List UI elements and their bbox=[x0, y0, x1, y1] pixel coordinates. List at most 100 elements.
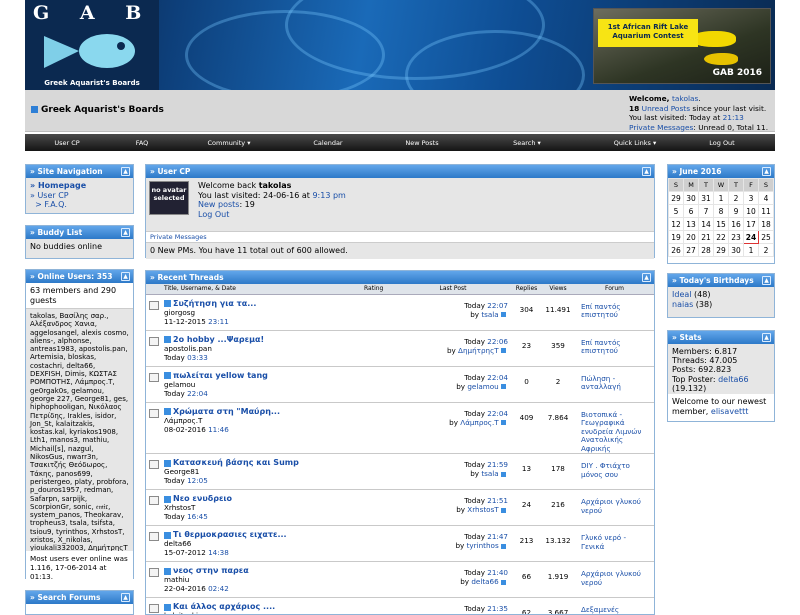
calendar-day[interactable]: 3 bbox=[743, 191, 759, 205]
nav-calendar[interactable]: Calendar bbox=[283, 139, 373, 147]
go-to-post-icon[interactable] bbox=[501, 348, 506, 353]
nav-homepage[interactable]: » Homepage bbox=[30, 181, 129, 191]
calendar-day[interactable]: 1 bbox=[713, 191, 729, 205]
calendar-header[interactable]: June 2016 ▲ bbox=[668, 165, 774, 178]
thread-row[interactable]: Και άλλος αρχάριος ....kalaitzakis Today… bbox=[146, 597, 654, 614]
thread-title-link[interactable]: Κατασκευή βάσης και Sump bbox=[173, 458, 299, 467]
calendar-day[interactable]: 12 bbox=[668, 217, 684, 231]
nav-faq-link[interactable]: > F.A.Q. bbox=[30, 200, 129, 210]
online-users-header[interactable]: Online Users: 353 ▲ bbox=[26, 270, 133, 283]
last-post-user-link[interactable]: ΔημήτρηςΤ bbox=[458, 346, 499, 355]
forum-link[interactable]: Επί παντός επιστητού bbox=[575, 330, 654, 367]
col-views[interactable]: Views bbox=[541, 284, 575, 295]
calendar-day[interactable]: 16 bbox=[728, 217, 744, 231]
calendar-day[interactable]: 5 bbox=[668, 204, 684, 218]
collapse-icon[interactable]: ▲ bbox=[121, 272, 130, 281]
forum-link[interactable]: DIY . Φτιάχτο μόνος σου bbox=[575, 453, 654, 490]
go-to-post-icon[interactable] bbox=[501, 507, 506, 513]
last-post-user-link[interactable]: delta66 bbox=[471, 577, 498, 586]
go-to-post-icon[interactable] bbox=[501, 384, 506, 389]
newest-member-link[interactable]: elisavettt bbox=[711, 407, 749, 416]
calendar-day[interactable]: 15 bbox=[713, 217, 729, 231]
go-to-post-icon[interactable] bbox=[501, 543, 506, 549]
unread-posts-link[interactable]: Unread Posts bbox=[642, 104, 690, 113]
thread-title-link[interactable]: Χρώματα στη "Μαύρη... bbox=[173, 407, 280, 416]
nav-community[interactable]: Community ▾ bbox=[175, 139, 283, 147]
logout-link[interactable]: Log Out bbox=[198, 210, 229, 219]
calendar-day[interactable]: 31 bbox=[698, 191, 714, 205]
collapse-icon[interactable]: ▲ bbox=[121, 167, 130, 176]
calendar-day[interactable]: 20 bbox=[683, 230, 699, 244]
collapse-icon[interactable]: ▲ bbox=[121, 593, 130, 602]
new-posts-link[interactable]: New posts bbox=[198, 200, 239, 209]
calendar-day[interactable]: 2 bbox=[728, 191, 744, 205]
birthdays-header[interactable]: Today's Birthdays ▲ bbox=[668, 274, 774, 287]
nav-user-cp-link[interactable]: » User CP bbox=[30, 191, 129, 201]
thread-row[interactable]: Κατασκευή βάσης και Sump George81 Today 12… bbox=[146, 453, 654, 490]
site-title[interactable]: Greek Aquarist's Boards bbox=[31, 105, 164, 115]
calendar-day[interactable]: 4 bbox=[758, 191, 774, 205]
go-to-post-icon[interactable] bbox=[501, 420, 506, 425]
calendar-day[interactable]: 27 bbox=[683, 243, 699, 257]
calendar-day[interactable]: 10 bbox=[743, 204, 759, 218]
collapse-icon[interactable]: ▲ bbox=[762, 333, 771, 342]
calendar-day[interactable]: 14 bbox=[698, 217, 714, 231]
avatar[interactable]: no avatar selected bbox=[149, 181, 189, 215]
collapse-icon[interactable]: ▲ bbox=[762, 167, 771, 176]
thread-row[interactable]: Συζήτηση για τα... giorgosg 11-12-2015 23:… bbox=[146, 294, 654, 331]
col-rating[interactable]: Rating bbox=[364, 284, 394, 295]
calendar-day[interactable]: 29 bbox=[668, 191, 684, 205]
last-post-user-link[interactable]: XrhstosT bbox=[467, 505, 498, 514]
welcome-user-link[interactable]: takolas bbox=[672, 94, 698, 103]
go-to-post-icon[interactable] bbox=[501, 471, 506, 477]
buddy-list-header[interactable]: Buddy List ▲ bbox=[26, 226, 133, 239]
col-title[interactable]: Title, Username, & Date bbox=[164, 284, 364, 295]
forum-link[interactable]: Πώληση - ανταλλαγή bbox=[575, 366, 654, 403]
last-post-user-link[interactable]: tsala bbox=[481, 310, 498, 319]
nav-faq[interactable]: FAQ bbox=[109, 139, 175, 147]
nav-new-posts[interactable]: New Posts bbox=[373, 139, 471, 147]
thread-title-link[interactable]: Συζήτηση για τα... bbox=[173, 299, 256, 308]
forum-link[interactable]: Αρχάριοι γλυκού νερού bbox=[575, 489, 654, 526]
calendar-day[interactable]: 6 bbox=[683, 204, 699, 218]
calendar-day[interactable]: 28 bbox=[698, 243, 714, 257]
calendar-day[interactable]: 30 bbox=[683, 191, 699, 205]
contest-banner[interactable]: 1st African Rift Lake Aquarium Contest G… bbox=[593, 8, 771, 84]
calendar-day[interactable]: 17 bbox=[743, 217, 759, 231]
online-users-list[interactable]: takolas, Βασίλης σαρ., Αλέξανδρος Χανια,… bbox=[26, 309, 133, 551]
top-poster-link[interactable]: delta66 bbox=[718, 375, 748, 384]
forum-link[interactable]: Δεξαμενές (τεχνητές λίμνες) bbox=[575, 597, 654, 614]
user-cp-header[interactable]: User CP ▲ bbox=[146, 165, 654, 178]
thread-title-link[interactable]: πωλείται yellow tang bbox=[173, 371, 268, 380]
last-post-user-link[interactable]: Λάμπρος.Τ bbox=[460, 418, 498, 427]
calendar-day[interactable]: 26 bbox=[668, 243, 684, 257]
thread-row[interactable]: Τι θερμοκρασιες ειχατε... delta66 15-07-20… bbox=[146, 525, 654, 562]
calendar-day[interactable]: 25 bbox=[758, 230, 774, 244]
thread-row[interactable]: νεος στην παρεα mathiu 22-04-2016 02:42 Tod… bbox=[146, 561, 654, 598]
thread-row[interactable]: πωλείται yellow tang gelamou Today 22:04 To… bbox=[146, 366, 654, 403]
go-to-post-icon[interactable] bbox=[501, 312, 506, 317]
forum-link[interactable]: Επί παντός επιστητού bbox=[575, 294, 654, 331]
thread-title-link[interactable]: 2o hobby ...Ψαρεμα! bbox=[173, 335, 264, 344]
birthday-user-link[interactable]: Ideal bbox=[672, 290, 691, 299]
nav-log-out[interactable]: Log Out bbox=[687, 139, 757, 147]
calendar-day[interactable]: 19 bbox=[668, 230, 684, 244]
calendar-day[interactable]: 8 bbox=[713, 204, 729, 218]
last-post-user-link[interactable]: gelamou bbox=[467, 382, 498, 391]
thread-row[interactable]: 2o hobby ...Ψαρεμα! apostolis.pan Today 03… bbox=[146, 330, 654, 367]
site-navigation-header[interactable]: Site Navigation ▲ bbox=[26, 165, 133, 178]
forum-link[interactable]: Αρχάριοι γλυκού νερού bbox=[575, 561, 654, 598]
recent-threads-header[interactable]: Recent Threads ▲ bbox=[146, 271, 654, 284]
col-forum[interactable]: Forum bbox=[575, 284, 654, 295]
calendar-day[interactable]: 24 bbox=[743, 230, 759, 244]
collapse-icon[interactable]: ▲ bbox=[762, 276, 771, 285]
last-post-user-link[interactable]: tsala bbox=[481, 469, 498, 478]
collapse-icon[interactable]: ▲ bbox=[642, 167, 651, 176]
calendar-day[interactable]: 23 bbox=[728, 230, 744, 244]
col-replies[interactable]: Replies bbox=[512, 284, 541, 295]
last-post-user-link[interactable]: tyrinthos bbox=[467, 541, 499, 550]
calendar-day[interactable]: 18 bbox=[758, 217, 774, 231]
thread-row[interactable]: Νεο ενυδρειο XrhstosT Today 16:45 Today 21:… bbox=[146, 489, 654, 526]
calendar-day[interactable]: 2 bbox=[758, 243, 774, 257]
calendar-day[interactable]: 29 bbox=[713, 243, 729, 257]
